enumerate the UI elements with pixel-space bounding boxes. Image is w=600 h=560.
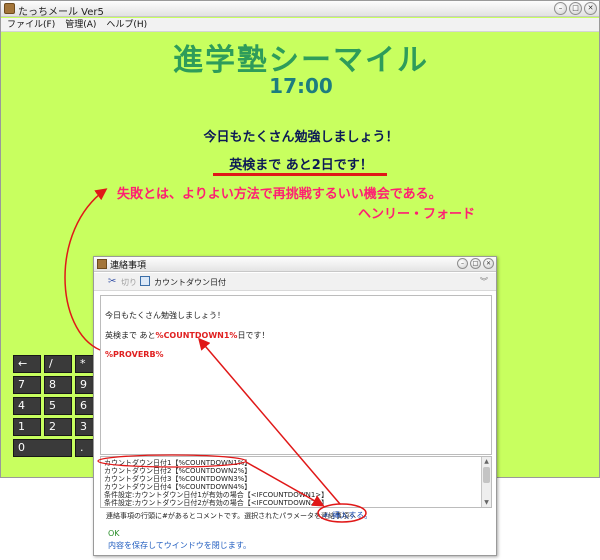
list-item[interactable]: カウントダウン日付2【%COUNTDOWN2%】 — [104, 467, 479, 475]
editor-line-2: 英検まで あと%COUNTDOWN1%日です！ — [105, 330, 269, 341]
menu-manage[interactable]: 管理(A) — [65, 18, 96, 31]
cut-button-label[interactable]: 切り — [121, 277, 137, 288]
maximize-icon[interactable]: □ — [569, 2, 582, 15]
insert-label: 挿入する。 — [332, 511, 373, 520]
parameter-list-panel: カウントダウン日付1【%COUNTDOWN1%】 カウントダウン日付2【%COU… — [100, 456, 492, 508]
calendar-icon[interactable] — [140, 276, 150, 286]
scissors-icon[interactable]: ✂ — [108, 276, 116, 287]
school-name: 進学塾シーマイル — [173, 43, 429, 78]
dialog-window-controls: – □ ✕ — [457, 258, 494, 269]
window-title: たっちメール Ver5 — [18, 7, 104, 18]
numeric-keypad: ← / * 7 8 9 4 5 6 1 2 3 0 . — [13, 355, 103, 457]
editor-line-2-prefix: 英検まで あと — [105, 331, 156, 340]
dialog-title: 連絡事項 — [110, 261, 147, 271]
annotation-underline — [213, 173, 387, 176]
scroll-up-icon[interactable]: ▲ — [482, 457, 491, 466]
message-line-2: 英検まで あと2日です！ — [229, 158, 373, 173]
close-icon[interactable]: ✕ — [584, 2, 597, 15]
minimize-icon[interactable]: – — [554, 2, 567, 15]
proverb-text: 失敗とは、よりよい方法で再挑戦するいい機会である。 — [117, 187, 442, 202]
key-4[interactable]: 4 — [13, 397, 41, 415]
clock-display: 17:00 — [269, 74, 333, 98]
message-line-1: 今日もたくさん勉強しましょう！ — [203, 130, 399, 145]
editor-line-1: 今日もたくさん勉強しましょう！ — [105, 311, 225, 320]
key-0[interactable]: 0 — [13, 439, 72, 457]
key-7[interactable]: 7 — [13, 376, 41, 394]
insert-icon: ✍ — [323, 511, 333, 520]
countdown-date-button[interactable]: カウントダウン日付 — [154, 277, 226, 288]
message-editor[interactable]: 今日もたくさん勉強しましょう！ 英検まで あと%COUNTDOWN1%日です！ … — [100, 295, 492, 455]
list-item[interactable]: 条件設定:カウントダウン日付2が有効の場合【<IFCOUNTDOWN2>】 — [104, 499, 479, 507]
list-scrollbar[interactable]: ▲ ▼ — [481, 457, 491, 507]
dialog-minimize-icon[interactable]: – — [457, 258, 468, 269]
list-item[interactable]: カウントダウン日付1【%COUNTDOWN1%】 — [104, 459, 479, 467]
key-backspace[interactable]: ← — [13, 355, 41, 373]
dialog-close-icon[interactable]: ✕ — [483, 258, 494, 269]
save-close-hint[interactable]: 内容を保存してウインドウを閉じます。 — [108, 540, 251, 551]
main-titlebar[interactable]: たっちメール Ver5 – □ ✕ — [1, 1, 599, 18]
dialog-app-icon — [97, 259, 107, 269]
notice-dialog: 連絡事項 – □ ✕ ✂ 切り カウントダウン日付 ︾ 今日もたくさん勉強しまし… — [93, 256, 497, 556]
window-controls: – □ ✕ — [554, 2, 597, 15]
chevron-down-icon[interactable]: ︾ — [480, 276, 488, 287]
menu-help[interactable]: ヘルプ(H) — [106, 18, 147, 31]
scroll-down-icon[interactable]: ▼ — [482, 498, 491, 507]
key-2[interactable]: 2 — [44, 418, 72, 436]
key-1[interactable]: 1 — [13, 418, 41, 436]
editor-line-2-suffix: 日です！ — [237, 331, 270, 340]
list-item[interactable]: カウントダウン日付4【%COUNTDOWN4%】 — [104, 483, 479, 491]
menubar: ファイル(F) 管理(A) ヘルプ(H) — [1, 18, 599, 32]
dialog-titlebar[interactable]: 連絡事項 – □ ✕ — [94, 257, 496, 272]
insert-button[interactable]: ✍ 挿入する。 — [323, 510, 372, 521]
menu-file[interactable]: ファイル(F) — [7, 18, 55, 31]
key-5[interactable]: 5 — [44, 397, 72, 415]
list-item[interactable]: カウントダウン日付3【%COUNTDOWN3%】 — [104, 475, 479, 483]
proverb-author: ヘンリー・フォード — [358, 207, 476, 222]
dialog-maximize-icon[interactable]: □ — [470, 258, 481, 269]
ok-label[interactable]: OK — [108, 529, 120, 538]
list-item[interactable]: 条件設定:カウントダウン日付1が有効の場合【<IFCOUNTDOWN1>】 — [104, 491, 479, 499]
countdown-token: %COUNTDOWN1% — [155, 331, 238, 340]
comment-hint: 連絡事項の行頭に#があるとコメントです。選択されたパラメータを連絡事項へ — [106, 512, 356, 520]
scroll-thumb[interactable] — [483, 467, 490, 483]
dialog-toolbar: ✂ 切り カウントダウン日付 ︾ — [94, 273, 496, 291]
app-mail-icon — [4, 3, 15, 14]
key-8[interactable]: 8 — [44, 376, 72, 394]
parameter-list: カウントダウン日付1【%COUNTDOWN1%】 カウントダウン日付2【%COU… — [104, 459, 479, 507]
key-divide[interactable]: / — [44, 355, 72, 373]
proverb-token: %PROVERB% — [105, 350, 164, 359]
